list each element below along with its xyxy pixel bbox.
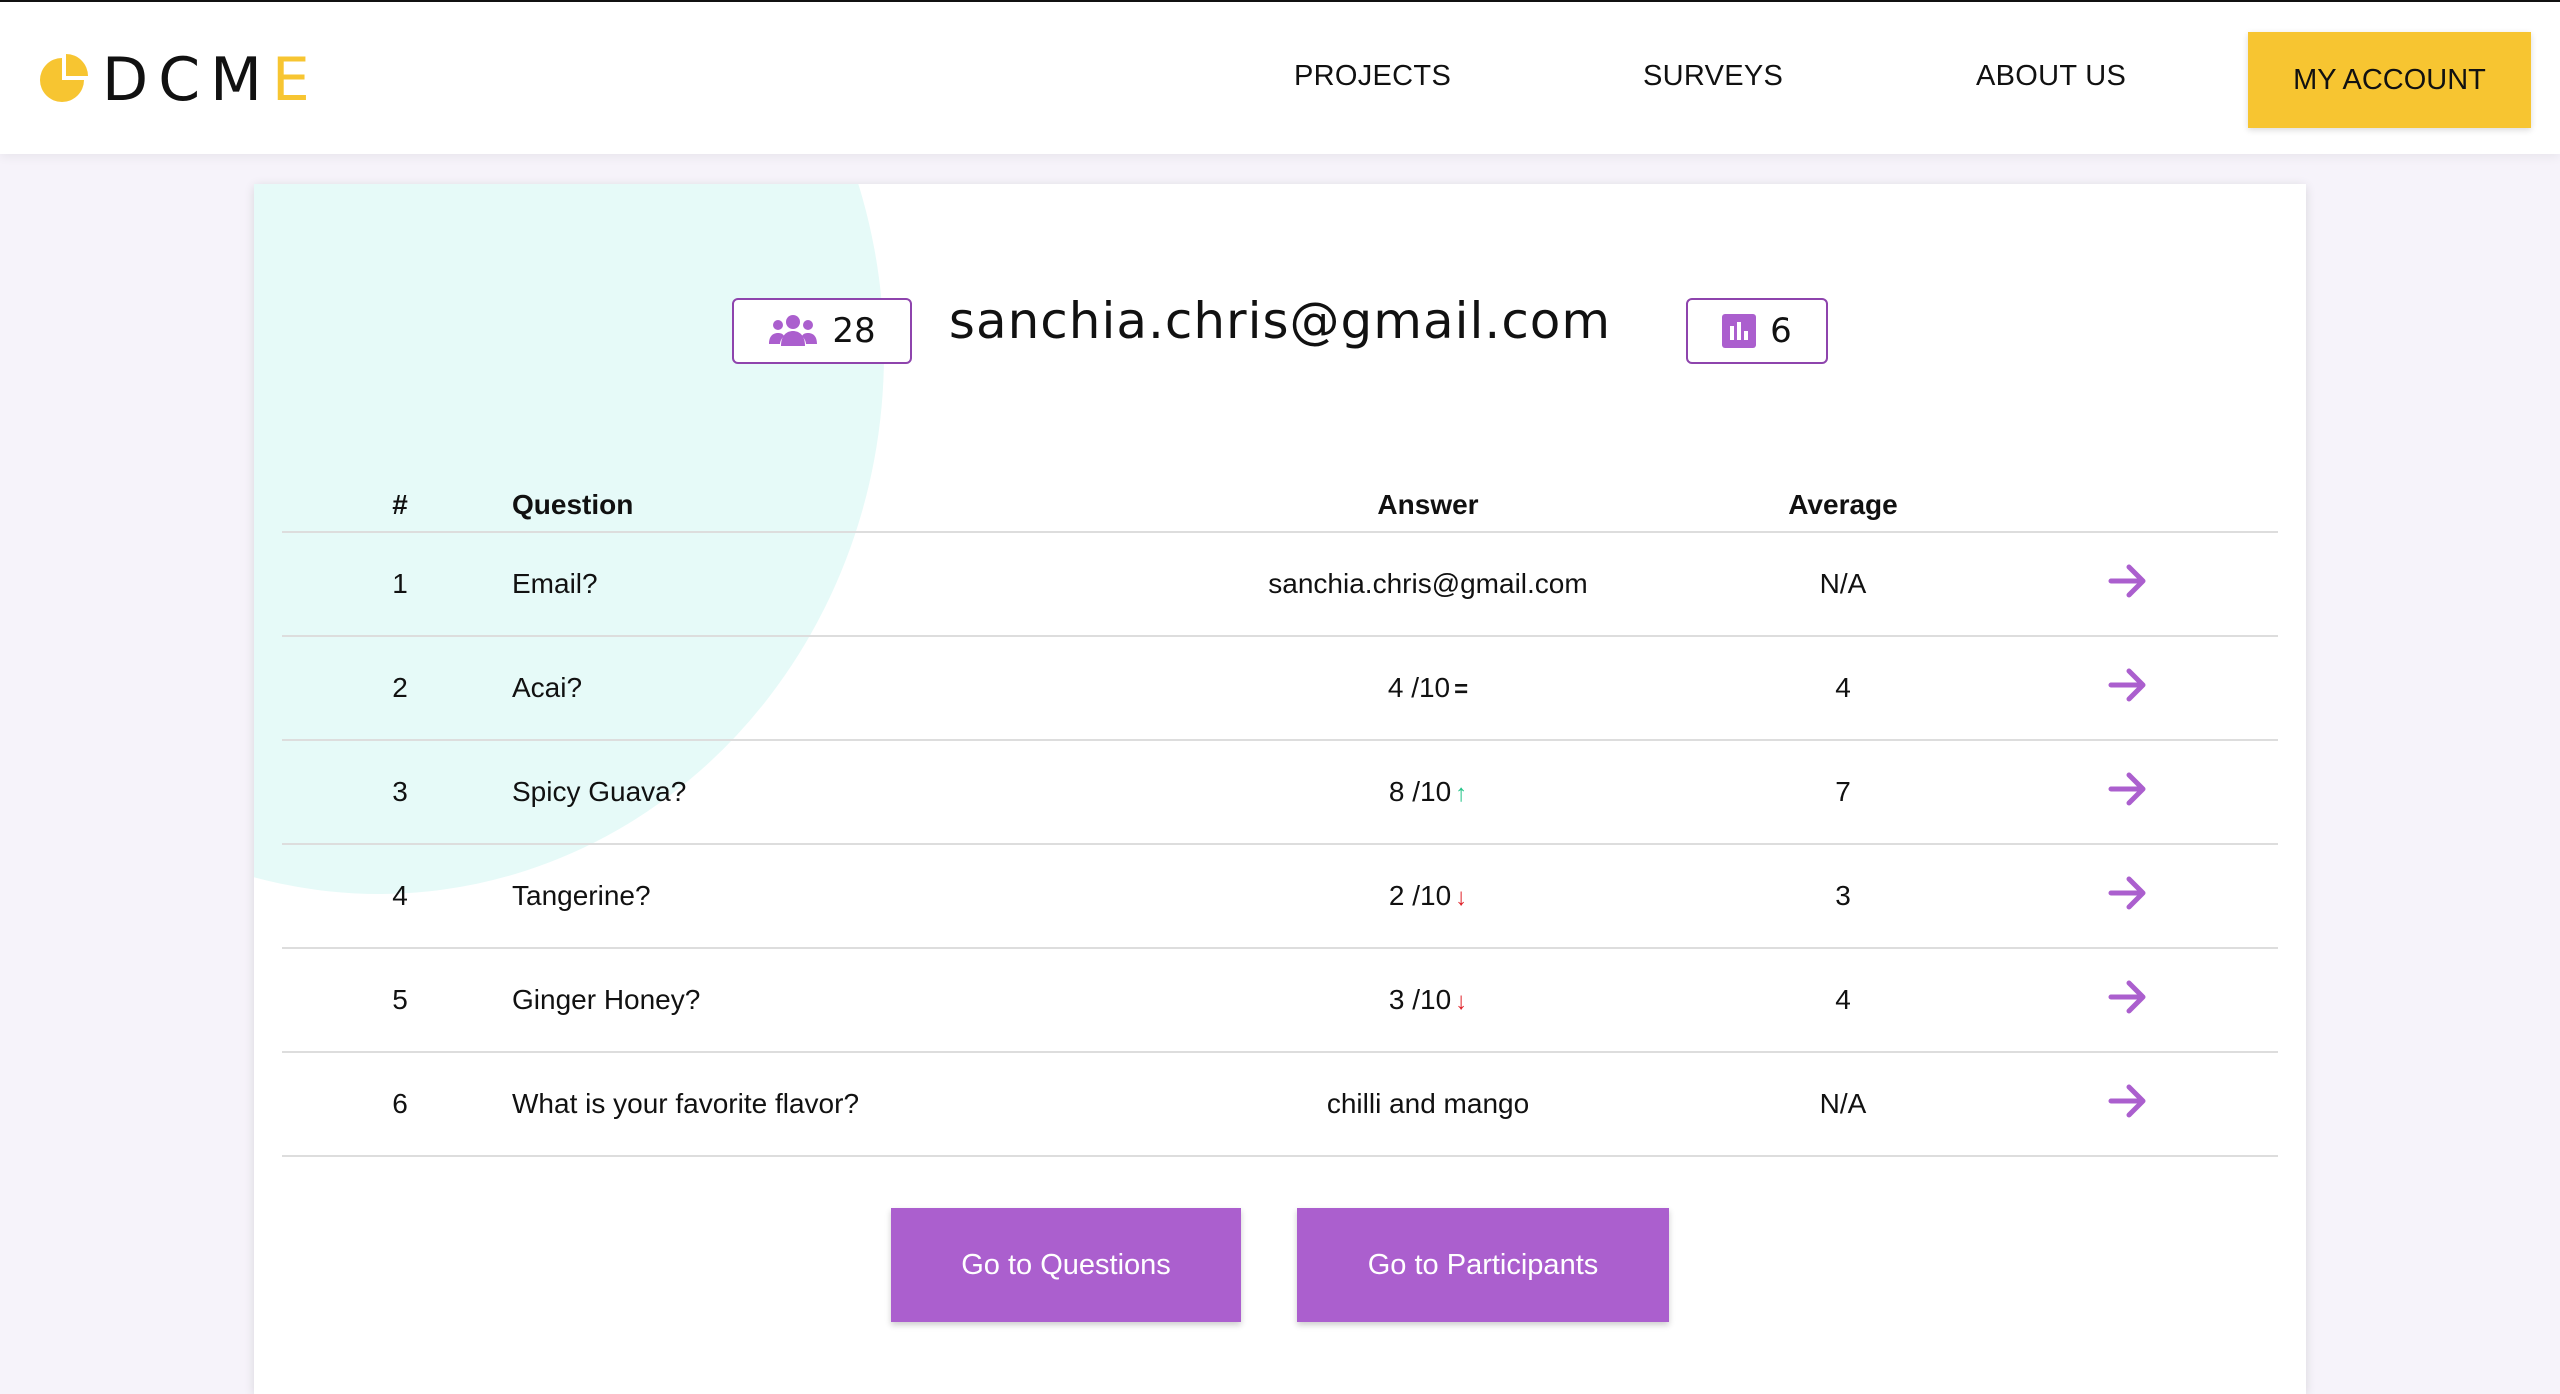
surveys-count-badge[interactable]: 6 [1686, 298, 1828, 364]
answer-value: 4 /10 [1387, 672, 1451, 703]
answer-cell: 2 /10 ↓ [1148, 844, 1708, 949]
table-row: 4 Tangerine? 2 /10 ↓ 3 [282, 844, 2278, 949]
my-account-button[interactable]: MY ACCOUNT [2248, 32, 2531, 128]
nav-surveys[interactable]: SURVEYS [1643, 60, 1783, 93]
users-icon [769, 315, 818, 346]
average-value: 3 [1708, 844, 1978, 949]
row-action-cell [1978, 636, 2278, 741]
dcme-logo[interactable]: DCME [36, 45, 320, 115]
column-header-average: Average [1708, 464, 1978, 533]
answer-cell: chilli and mango [1148, 1052, 1708, 1157]
participants-count-badge[interactable]: 28 [732, 298, 912, 364]
table-header-row: # Question Answer Average [282, 464, 2278, 533]
trend-down-arrow-icon: ↓ [1455, 884, 1468, 911]
average-value: 4 [1708, 636, 1978, 741]
participant-detail-card: 28 sanchia.chris@gmail.com 6 # Question … [254, 184, 2306, 1394]
column-header-action [1978, 464, 2278, 533]
arrow-right-icon[interactable] [2107, 768, 2149, 810]
question-text: Tangerine? [482, 844, 1148, 949]
column-header-number: # [282, 464, 482, 533]
table-row: 1 Email? sanchia.chris@gmail.com N/A [282, 532, 2278, 637]
table-row: 5 Ginger Honey? 3 /10 ↓ 4 [282, 948, 2278, 1053]
nav-projects[interactable]: PROJECTS [1294, 60, 1451, 93]
answer-cell: 8 /10 ↑ [1148, 740, 1708, 845]
row-action-cell [1978, 844, 2278, 949]
trend-equal-icon: = [1454, 676, 1469, 703]
bar-chart-icon [1722, 314, 1757, 348]
answer-value: chilli and mango [1326, 1088, 1530, 1119]
nav-about-us[interactable]: ABOUT US [1976, 60, 2126, 93]
pie-chart-logo-icon [40, 54, 88, 102]
column-header-question: Question [482, 464, 1148, 533]
answer-cell: sanchia.chris@gmail.com [1148, 532, 1708, 637]
row-number: 5 [282, 948, 482, 1053]
go-to-participants-button[interactable]: Go to Participants [1297, 1208, 1669, 1322]
question-text: Email? [482, 532, 1148, 637]
row-action-cell [1978, 948, 2278, 1053]
row-number: 4 [282, 844, 482, 949]
row-number: 6 [282, 1052, 482, 1157]
answers-table: # Question Answer Average 1 Email? sanchia… [282, 464, 2278, 1157]
row-action-cell [1978, 740, 2278, 845]
answer-value: 3 /10 [1388, 984, 1452, 1015]
arrow-right-icon[interactable] [2107, 664, 2149, 706]
answer-cell: 4 /10 = [1148, 636, 1708, 741]
row-number: 3 [282, 740, 482, 845]
trend-down-arrow-icon: ↓ [1455, 988, 1468, 1015]
arrow-right-icon[interactable] [2107, 872, 2149, 914]
table-row: 2 Acai? 4 /10 = 4 [282, 636, 2278, 741]
go-to-questions-button[interactable]: Go to Questions [891, 1208, 1241, 1322]
answer-value: 2 /10 [1388, 880, 1452, 911]
row-action-cell [1978, 1052, 2278, 1157]
row-action-cell [1978, 532, 2278, 637]
participants-count: 28 [832, 311, 876, 351]
row-number: 2 [282, 636, 482, 741]
table-row: 6 What is your favorite flavor? chilli and… [282, 1052, 2278, 1157]
answer-value: 8 /10 [1388, 776, 1452, 807]
average-value: N/A [1708, 532, 1978, 637]
answer-value: sanchia.chris@gmail.com [1268, 568, 1588, 599]
column-header-answer: Answer [1148, 464, 1708, 533]
question-text: What is your favorite flavor? [482, 1052, 1148, 1157]
trend-up-arrow-icon: ↑ [1455, 780, 1468, 807]
question-text: Spicy Guava? [482, 740, 1148, 845]
table-row: 3 Spicy Guava? 8 /10 ↑ 7 [282, 740, 2278, 845]
row-number: 1 [282, 532, 482, 637]
arrow-right-icon[interactable] [2107, 976, 2149, 1018]
average-value: 7 [1708, 740, 1978, 845]
answer-cell: 3 /10 ↓ [1148, 948, 1708, 1053]
question-text: Ginger Honey? [482, 948, 1148, 1053]
surveys-count: 6 [1770, 311, 1792, 351]
average-value: 4 [1708, 948, 1978, 1053]
arrow-right-icon[interactable] [2107, 1080, 2149, 1122]
question-text: Acai? [482, 636, 1148, 741]
top-navigation-bar: DCME PROJECTS SURVEYS ABOUT US MY ACCOUN… [0, 0, 2560, 154]
logo-wordmark: DCME [102, 45, 320, 115]
average-value: N/A [1708, 1052, 1978, 1157]
arrow-right-icon[interactable] [2107, 560, 2149, 602]
